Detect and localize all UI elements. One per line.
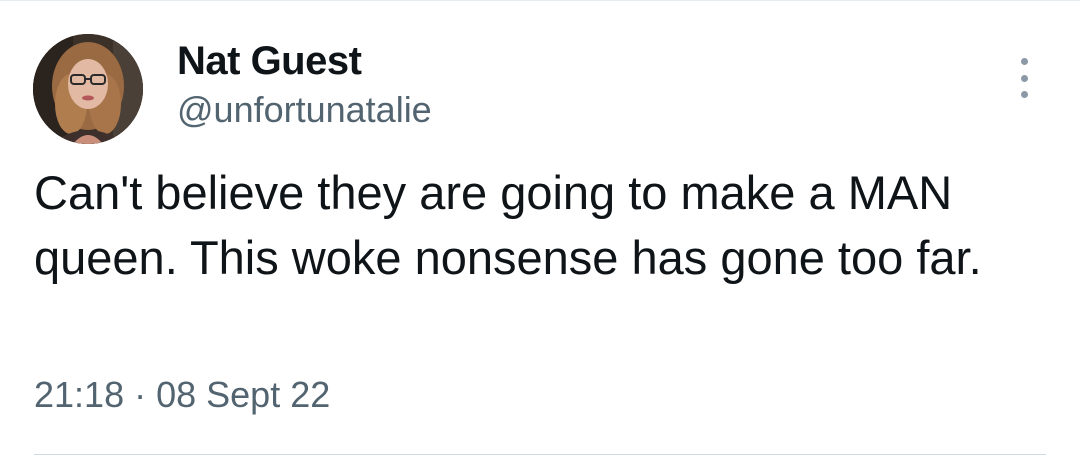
author-handle[interactable]: @unfortunatalie — [177, 88, 432, 132]
more-dot — [1020, 74, 1028, 82]
bottom-divider — [34, 454, 1046, 455]
tweet-card: Nat Guest @unfortunatalie Can't believe … — [0, 0, 1080, 467]
more-dot — [1020, 91, 1028, 98]
tweet-time: 21:18 — [34, 374, 125, 415]
tweet-timestamp[interactable]: 21:18 · 08 Sept 22 — [34, 372, 330, 418]
more-dot — [1020, 58, 1028, 65]
author-display-name[interactable]: Nat Guest — [177, 38, 362, 84]
top-divider — [0, 0, 1080, 1]
avatar[interactable] — [33, 34, 143, 144]
tweet-text: Can't believe they are going to make a M… — [34, 166, 982, 284]
profile-photo-icon — [33, 34, 143, 144]
more-options-icon[interactable] — [1008, 58, 1040, 98]
meta-separator: · — [134, 374, 147, 415]
tweet-date: 08 Sept 22 — [156, 374, 331, 415]
